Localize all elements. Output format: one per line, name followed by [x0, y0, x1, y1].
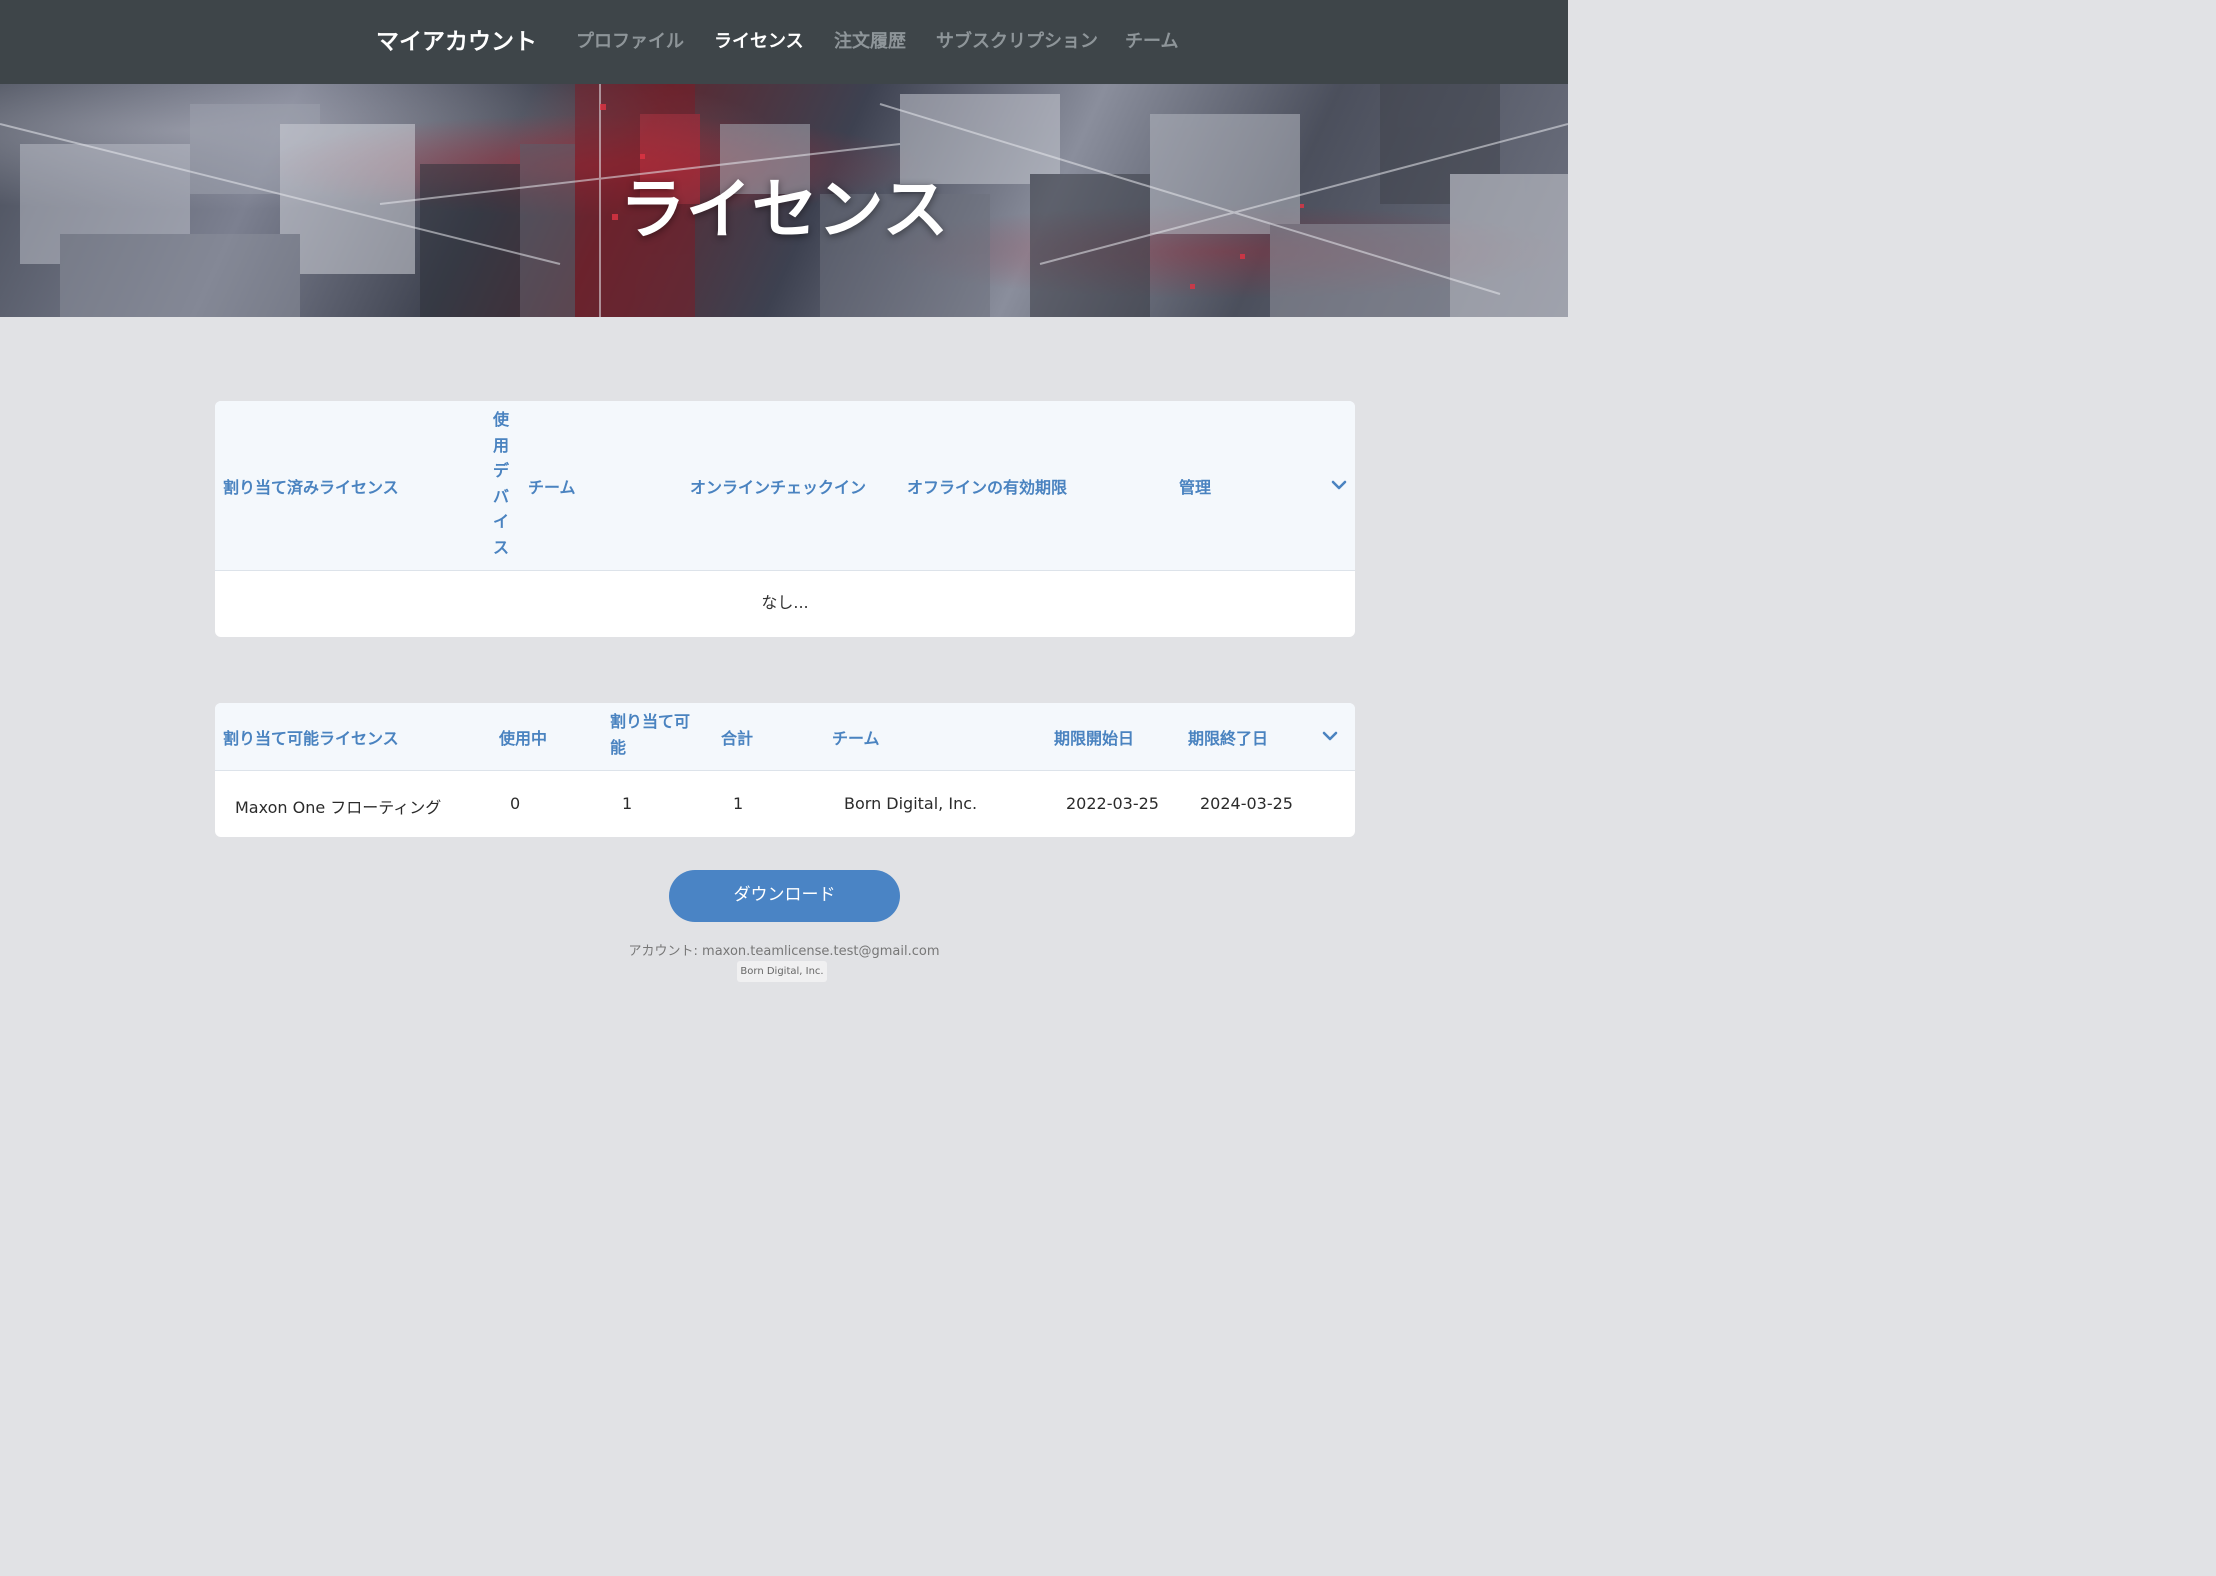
column-header-online-checkin[interactable]: オンラインチェックイン [690, 474, 866, 498]
nav-item-order-history[interactable]: 注文履歴 [834, 27, 906, 53]
column-header-start-date[interactable]: 期限開始日 [1054, 725, 1134, 749]
column-header-assignable-license[interactable]: 割り当て可能ライセンス [223, 725, 399, 749]
column-header-offline-expiry[interactable]: オフラインの有効期限 [907, 474, 1067, 498]
hero-banner: ライセンス [0, 84, 1568, 317]
cell-start-date: 2022-03-25 [1066, 794, 1159, 813]
organization-badge: Born Digital, Inc. [737, 961, 827, 982]
cell-assignable: 1 [622, 794, 633, 813]
nav-item-subscriptions[interactable]: サブスクリプション [936, 27, 1098, 53]
chevron-down-icon[interactable] [1320, 726, 1340, 746]
download-button[interactable]: ダウンロード [669, 870, 900, 922]
chevron-down-icon[interactable] [1329, 475, 1349, 495]
column-header-total[interactable]: 合計 [721, 725, 753, 749]
column-header-devices[interactable]: 使用デバイス [492, 407, 510, 560]
cell-end-date: 2024-03-25 [1200, 794, 1293, 813]
empty-state: なし... [761, 593, 809, 612]
brand-my-account[interactable]: マイアカウント [376, 22, 537, 56]
table-header: 割り当て可能ライセンス 使用中 割り当て可能 合計 チーム 期限開始日 期限終了… [215, 703, 1355, 771]
assigned-licenses-table: 割り当て済みライセンス 使用デバイス チーム オンラインチェックイン オフライン… [215, 401, 1355, 637]
top-nav: マイアカウント プロファイル ライセンス 注文履歴 サブスクリプション チーム [0, 0, 1568, 84]
table-header: 割り当て済みライセンス 使用デバイス チーム オンラインチェックイン オフライン… [215, 401, 1355, 571]
nav-item-profile[interactable]: プロファイル [576, 27, 684, 53]
nav-item-team[interactable]: チーム [1125, 27, 1178, 53]
cell-license: Maxon One フローティング [235, 798, 442, 817]
column-header-team[interactable]: チーム [832, 725, 880, 749]
cell-total: 1 [733, 794, 744, 813]
column-header-assigned-license[interactable]: 割り当て済みライセンス [223, 474, 399, 498]
page-title: ライセンス [619, 171, 949, 248]
column-header-team[interactable]: チーム [528, 474, 576, 498]
cell-in-use: 0 [510, 794, 521, 813]
column-header-in-use[interactable]: 使用中 [499, 725, 547, 749]
column-header-manage[interactable]: 管理 [1179, 474, 1211, 498]
nav-item-licenses[interactable]: ライセンス [714, 27, 804, 53]
assignable-licenses-table: 割り当て可能ライセンス 使用中 割り当て可能 合計 チーム 期限開始日 期限終了… [215, 703, 1355, 837]
column-header-assignable[interactable]: 割り当て可能 [610, 709, 702, 761]
column-header-end-date[interactable]: 期限終了日 [1188, 725, 1268, 749]
cell-team: Born Digital, Inc. [844, 794, 978, 813]
account-email: アカウント: maxon.teamlicense.test@gmail.com [628, 944, 940, 959]
